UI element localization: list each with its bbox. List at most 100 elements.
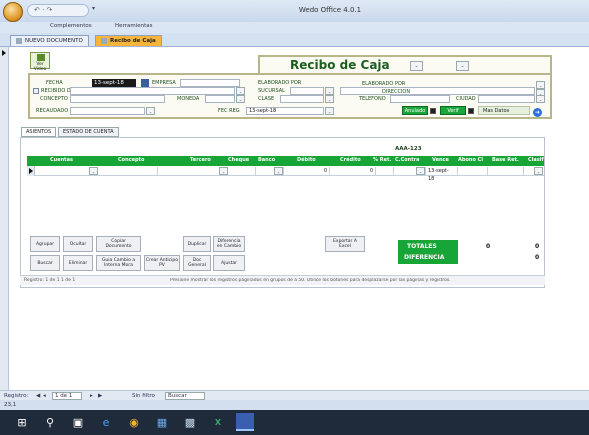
- mas-datos-button[interactable]: Mas Datos: [478, 106, 530, 115]
- last-record-icon[interactable]: ▶: [98, 393, 102, 399]
- header-dropdown-1[interactable]: ⌄: [410, 61, 423, 71]
- cell-cheque[interactable]: [228, 167, 256, 175]
- ocultar-button[interactable]: Ocultar: [63, 236, 93, 252]
- subform-record-text: Registro: 1 de 1 1 de 1: [24, 278, 76, 283]
- arrow-right-icon[interactable]: ➜: [533, 108, 542, 117]
- col-cuentas[interactable]: Cuentas: [50, 157, 73, 163]
- tab-asientos[interactable]: ASIENTOS: [21, 127, 57, 137]
- store-icon[interactable]: ▩: [182, 414, 198, 430]
- ciudad-field[interactable]: [478, 95, 535, 103]
- cell-tercero[interactable]: [158, 167, 228, 175]
- cell-credito[interactable]: 0: [330, 167, 376, 175]
- buscar-button[interactable]: Buscar: [30, 255, 60, 271]
- col-banco[interactable]: Banco: [258, 157, 275, 163]
- prev-record-icon[interactable]: ◂: [43, 393, 46, 399]
- crear-anticipo-button[interactable]: Crear Anticipo PV: [144, 255, 180, 271]
- recibido-dropdown[interactable]: ⌄: [236, 87, 245, 95]
- col-ret[interactable]: % Ret.: [373, 157, 391, 163]
- tab-recibo-de-caja[interactable]: Recibo de Caja: [95, 35, 162, 46]
- filter-status[interactable]: Sin filtro: [132, 393, 155, 399]
- cell-ret[interactable]: [376, 167, 394, 175]
- verif-button[interactable]: Verif: [440, 106, 466, 115]
- cell-debito[interactable]: 0: [284, 167, 330, 175]
- active-app-icon[interactable]: [236, 413, 254, 431]
- fec-reg-field[interactable]: 13-sept-18: [246, 107, 324, 115]
- doc-general-button[interactable]: Doc General: [183, 255, 211, 271]
- windows-start-icon[interactable]: ⊞: [14, 414, 30, 430]
- recaudado-field[interactable]: [70, 107, 145, 115]
- cell-base-ret[interactable]: [488, 167, 524, 175]
- elaborado-dropdown[interactable]: ⌄: [536, 81, 545, 89]
- moneda-dropdown[interactable]: ⌄: [236, 95, 245, 103]
- cell-concepto[interactable]: [98, 167, 158, 175]
- fec-reg-dropdown[interactable]: ⌄: [325, 107, 334, 115]
- fecha-field[interactable]: 13-sept-18: [92, 79, 136, 87]
- cell-abono[interactable]: [458, 167, 488, 175]
- col-abono[interactable]: Abono Cl: [458, 157, 483, 163]
- tab-estado-de-cuenta[interactable]: ESTADO DE CUENTA: [58, 127, 119, 137]
- excel-icon[interactable]: X: [210, 414, 226, 430]
- ciudad-dropdown[interactable]: ⌄: [536, 95, 545, 103]
- tab-nuevo-documento[interactable]: NUEVO DOCUMENTO: [10, 35, 89, 46]
- edge-browser-icon[interactable]: e: [98, 414, 114, 430]
- cuentas-dropdown[interactable]: ⌄: [89, 167, 98, 175]
- chrome-browser-icon[interactable]: ◉: [126, 414, 142, 430]
- col-tercero[interactable]: Tercero: [190, 157, 211, 163]
- elaborado-field[interactable]: [340, 87, 535, 95]
- clase-field[interactable]: [280, 95, 324, 103]
- qat-dropdown-icon[interactable]: ▾: [92, 5, 95, 12]
- clasif-dropdown[interactable]: ⌄: [534, 167, 543, 175]
- quick-access-toolbar[interactable]: ↶ · ↷: [27, 4, 89, 17]
- office-button-icon[interactable]: [3, 2, 23, 22]
- agrupar-button[interactable]: Agrupar: [30, 236, 60, 252]
- telefono-label: TELEFONO: [359, 96, 386, 102]
- copiar-documento-button[interactable]: Copiar Documento: [96, 236, 141, 252]
- sucursal-dropdown[interactable]: ⌄: [325, 87, 334, 95]
- cell-vence[interactable]: 13-sept-18: [426, 167, 458, 182]
- sucursal-field[interactable]: [290, 87, 324, 95]
- header-dropdown-2[interactable]: ⌄: [456, 61, 469, 71]
- first-record-icon[interactable]: ◀: [36, 393, 40, 399]
- col-debito[interactable]: Débito: [297, 157, 316, 163]
- col-clasif[interactable]: Clasif: [528, 157, 544, 163]
- task-view-icon[interactable]: ▣: [70, 414, 86, 430]
- col-c-contra[interactable]: C.Contra: [395, 157, 419, 163]
- clase-dropdown[interactable]: ⌄: [325, 95, 334, 103]
- anulado-checkbox[interactable]: [430, 108, 436, 114]
- tercero-dropdown[interactable]: ⌄: [219, 167, 228, 175]
- duplicar-button[interactable]: Duplicar: [183, 236, 211, 252]
- subform-navigation[interactable]: Registro: 1 de 1 1 de 1 Presione mostrar…: [20, 275, 545, 285]
- record-number-field[interactable]: 1 de 1: [52, 392, 82, 400]
- empresa-field[interactable]: [180, 79, 240, 87]
- diferencia-cambio-button[interactable]: Diferencia en Cambio: [213, 236, 245, 252]
- col-credito[interactable]: Crédito: [340, 157, 361, 163]
- clase-label: CLASE: [258, 96, 275, 102]
- ver-video-button[interactable]: Ver Video: [30, 52, 50, 72]
- exportar-excel-button[interactable]: Exportar A Excel: [325, 236, 365, 252]
- col-concepto[interactable]: Concepto: [118, 157, 144, 163]
- col-base-ret[interactable]: Base Ret.: [492, 157, 519, 163]
- next-record-icon[interactable]: ▸: [90, 393, 93, 399]
- col-cheque[interactable]: Cheque: [228, 157, 249, 163]
- verif-checkbox[interactable]: [468, 108, 474, 114]
- ajustar-button[interactable]: Ajustar: [213, 255, 245, 271]
- search-input[interactable]: Buscar: [165, 392, 205, 400]
- explorer-icon[interactable]: ▦: [154, 414, 170, 430]
- recibido-checkbox[interactable]: [33, 88, 39, 94]
- record-selector-strip[interactable]: [0, 47, 9, 390]
- concepto-field[interactable]: [70, 95, 165, 103]
- calendar-icon[interactable]: [141, 79, 149, 87]
- ribbon-tab-complementos[interactable]: Complementos: [50, 23, 92, 29]
- banco-dropdown[interactable]: ⌄: [274, 167, 283, 175]
- search-icon[interactable]: ⚲: [42, 414, 58, 430]
- guia-cambio-button[interactable]: Guia Cambio a Interna Mora: [96, 255, 141, 271]
- recibido-de-field[interactable]: [70, 87, 235, 95]
- cell-c-contra[interactable]: [394, 167, 426, 175]
- telefono-field[interactable]: [390, 95, 450, 103]
- recaudado-dropdown[interactable]: ⌄: [146, 107, 155, 115]
- col-vence[interactable]: Vence: [432, 157, 449, 163]
- moneda-field[interactable]: [205, 95, 235, 103]
- anulado-button[interactable]: Anulado: [402, 106, 428, 115]
- eliminar-button[interactable]: Eliminar: [63, 255, 93, 271]
- ribbon-tab-herramientas[interactable]: Herramientas: [115, 23, 152, 29]
